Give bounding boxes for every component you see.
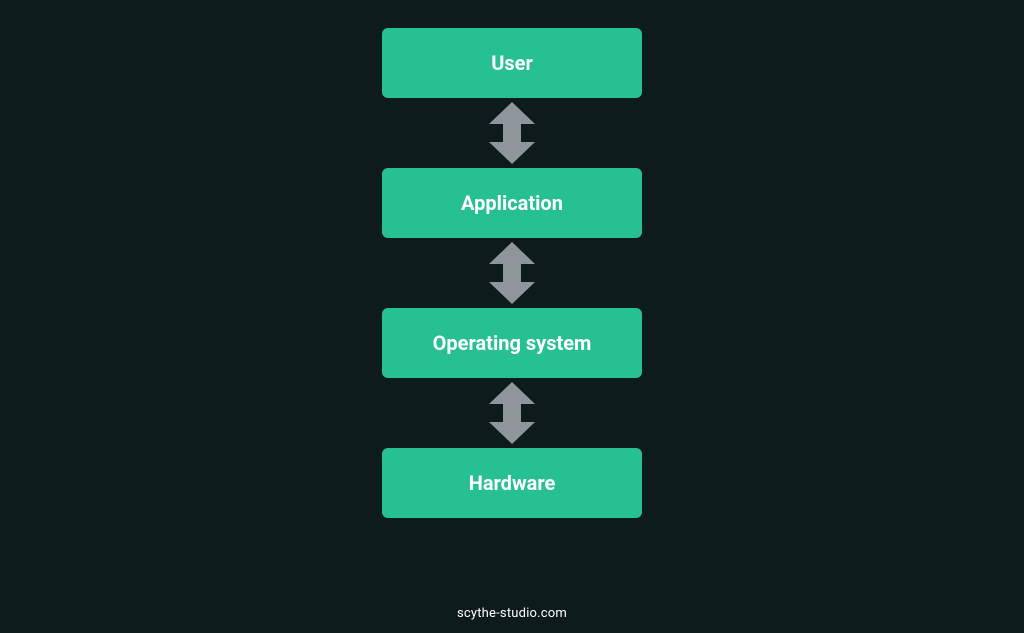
arrow-os-hardware: [489, 378, 535, 448]
layer-user: User: [382, 28, 642, 98]
layer-label: Hardware: [469, 471, 556, 495]
double-arrow-icon: [489, 242, 535, 304]
arrow-user-application: [489, 98, 535, 168]
double-arrow-icon: [489, 102, 535, 164]
arrow-application-os: [489, 238, 535, 308]
layer-label: Application: [461, 191, 563, 215]
layer-label: User: [491, 51, 533, 75]
layer-hardware: Hardware: [382, 448, 642, 518]
double-arrow-icon: [489, 382, 535, 444]
layer-application: Application: [382, 168, 642, 238]
layer-label: Operating system: [433, 331, 592, 355]
layer-operating-system: Operating system: [382, 308, 642, 378]
layer-diagram: User Application Operating system Hardwa…: [382, 28, 642, 518]
footer-attribution: scythe-studio.com: [457, 606, 567, 621]
